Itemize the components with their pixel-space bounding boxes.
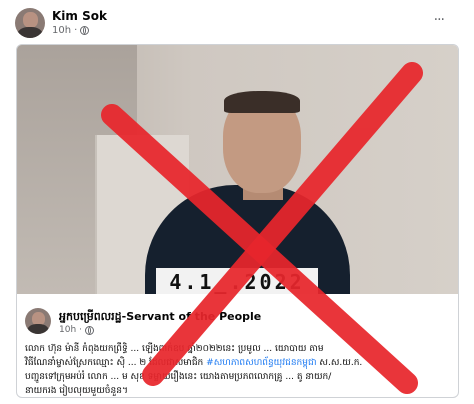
cross-stroke-2 — [142, 62, 423, 386]
author-name[interactable]: Kim Sok — [52, 9, 107, 23]
more-options-button[interactable]: ··· — [434, 12, 445, 28]
shared-post-card[interactable]: 4.1_.2022 អ្នកបម្រើពលរដ្ឋ-Servant of the… — [16, 44, 459, 398]
red-cross-mark — [101, 62, 423, 394]
post-header: Kim Sok 10h · ··· — [0, 0, 474, 44]
globe-icon — [80, 26, 90, 35]
post-time[interactable]: 10h — [52, 25, 71, 36]
post-meta: 10h · — [52, 25, 90, 36]
author-avatar[interactable] — [15, 8, 45, 38]
